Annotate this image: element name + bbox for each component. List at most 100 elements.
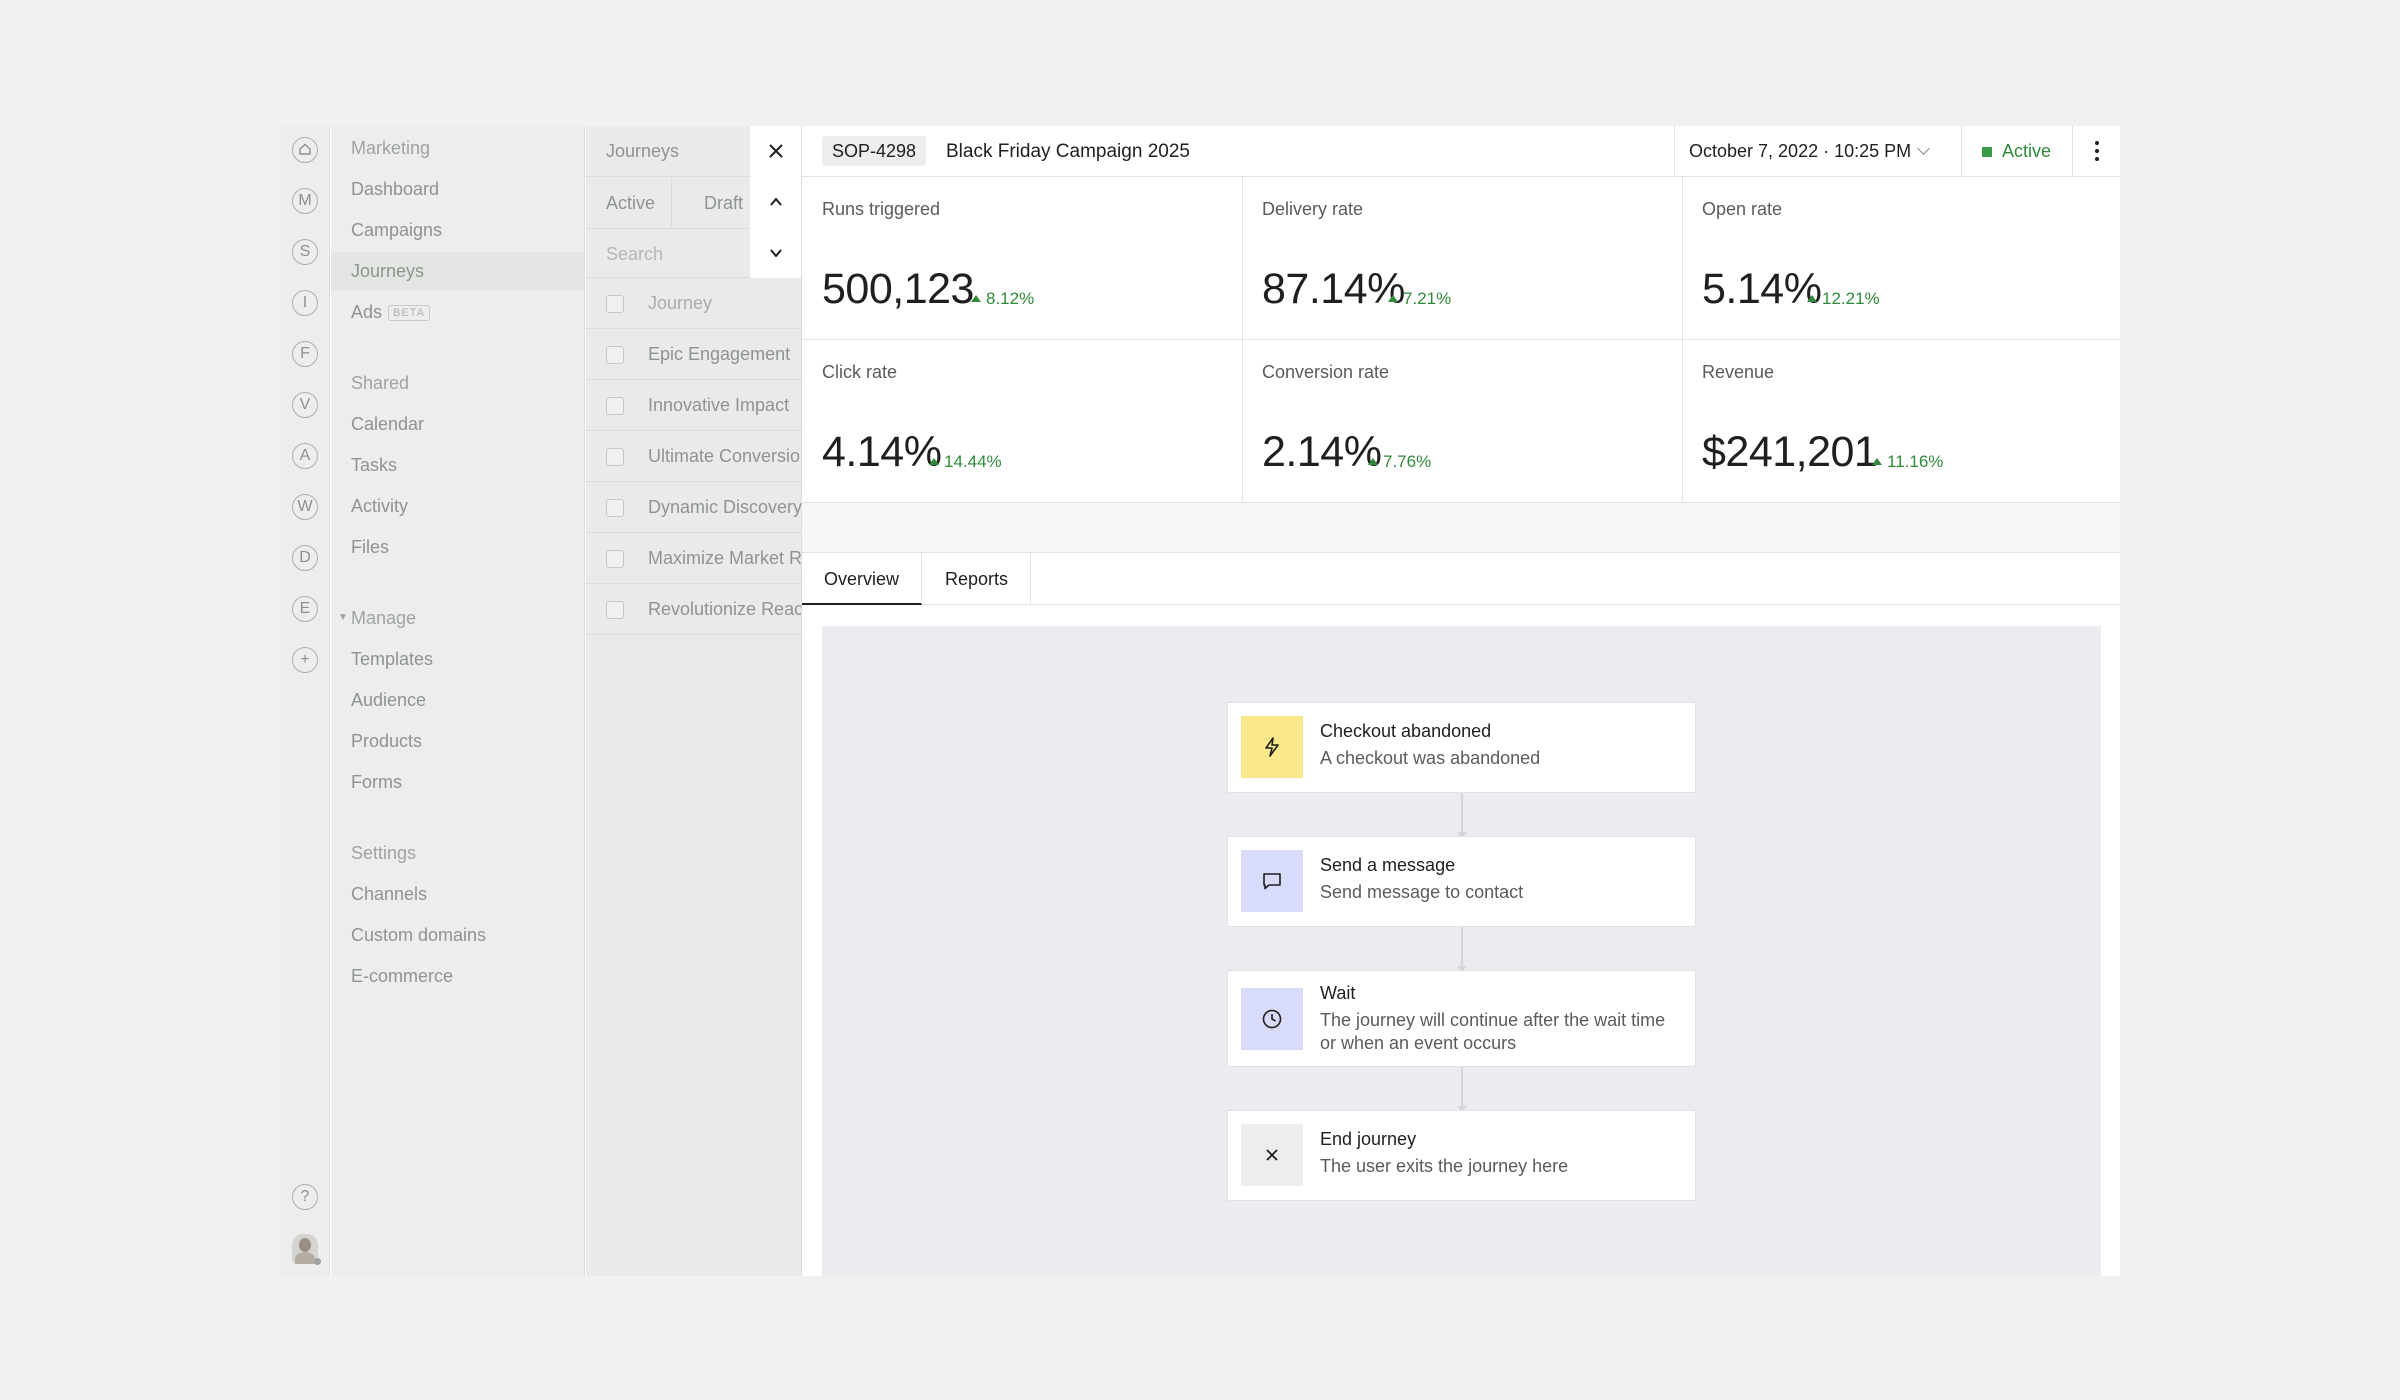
journey-name: Dynamic Discovery [648,497,803,517]
sidebar-item-calendar[interactable]: Calendar [331,405,584,443]
metric-value: 2.14% [1262,428,1382,476]
flow-node-end[interactable]: End journey The user exits the journey h… [1227,1110,1696,1201]
sidebar-item-tasks[interactable]: Tasks [331,446,584,484]
metric-value: 87.14% [1262,265,1405,313]
select-all-checkbox[interactable] [606,295,624,313]
metric-label: Revenue [1702,362,1775,382]
panel-header: SOP-4298 Black Friday Campaign 2025 Octo… [802,126,2120,177]
presence-indicator [314,1258,321,1265]
metric-value: 4.14% [822,428,942,476]
metric-value: 5.14% [1702,265,1822,313]
nav-section-manage[interactable]: ▼ Manage [331,599,584,637]
metric-click-rate: Click rate 4.14% 14.44% [802,340,1242,503]
date-dropdown[interactable]: October 7, 2022 · 10:25 PM [1674,126,1961,177]
metric-divider [1682,177,1683,503]
node-description: A checkout was abandoned [1320,748,1541,768]
workspace-a-icon[interactable]: A [292,443,318,469]
node-title: Wait [1320,983,1356,1003]
tab-active[interactable]: Active [590,177,673,229]
row-checkbox[interactable] [606,499,624,517]
workspace-i-icon[interactable]: I [292,290,318,316]
app-window: M S I F V A W D E + ? Marketing Dashboar… [280,126,2120,1276]
sidebar-item-activity[interactable]: Activity [331,487,584,525]
sidebar-item-products[interactable]: Products [331,722,584,760]
workspace-rail: M S I F V A W D E + ? [280,126,330,1276]
flow-connector [1457,793,1467,838]
panel-controls [750,126,802,278]
list-item[interactable]: Revolutionize Reach [586,584,806,635]
flow-node-send-message[interactable]: Send a message Send message to contact [1227,836,1696,927]
sidebar-item-dashboard[interactable]: Dashboard [331,170,584,208]
metric-delta: 14.44% [929,452,1002,472]
row-checkbox[interactable] [606,550,624,568]
status-label: Active [2002,141,2052,161]
close-panel-button[interactable] [750,126,802,176]
metric-delta: 8.12% [971,289,1034,309]
journey-name: Maximize Market Reach [648,548,806,568]
workspace-v-icon[interactable]: V [292,392,318,418]
list-item[interactable]: Innovative Impact [586,380,806,431]
metric-label: Conversion rate [1262,362,1390,382]
tab-reports[interactable]: Reports [923,553,1032,605]
metric-label: Click rate [822,362,898,382]
nav-section-marketing: Marketing [351,138,431,158]
list-item[interactable]: Dynamic Discovery [586,482,806,533]
workspace-s-icon[interactable]: S [292,239,318,265]
sidebar-item-ads[interactable]: Ads BETA [331,293,584,331]
help-icon[interactable]: ? [292,1184,318,1210]
row-checkbox[interactable] [606,448,624,466]
list-item[interactable]: Epic Engagement [586,329,806,380]
date-value: October 7, 2022 · 10:25 PM [1689,141,1912,161]
metric-delta: 7.76% [1368,452,1431,472]
sidebar-item-audience[interactable]: Audience [331,681,584,719]
node-title: End journey [1320,1129,1417,1149]
sidebar-item-templates[interactable]: Templates [331,640,584,678]
sidebar-item-ecommerce[interactable]: E-commerce [331,957,584,995]
sidebar-item-custom-domains[interactable]: Custom domains [331,916,584,954]
sidebar-nav: Marketing Dashboard Campaigns Journeys A… [331,126,585,1276]
flow-connector [1457,1067,1467,1112]
metric-divider [1242,177,1243,503]
status-badge[interactable]: Active [1961,126,2072,177]
nav-section-shared: Shared [351,373,410,393]
lightning-icon [1241,716,1303,778]
beta-badge: BETA [388,305,430,321]
tab-draft[interactable]: Draft [688,177,759,229]
node-description: The user exits the journey here [1320,1156,1569,1176]
journey-id-badge: SOP-4298 [822,136,927,166]
metric-label: Delivery rate [1262,199,1364,219]
journey-name: Innovative Impact [648,395,790,415]
flow-node-wait[interactable]: Wait The journey will continue after the… [1227,970,1696,1067]
previous-item-button[interactable] [750,177,802,227]
flow-node-trigger[interactable]: Checkout abandoned A checkout was abando… [1227,702,1696,793]
sidebar-item-forms[interactable]: Forms [331,763,584,801]
sidebar-item-label: Ads [351,302,383,322]
table-header-row: Journey [586,278,806,329]
workspace-e-icon[interactable]: E [292,596,318,622]
status-indicator [1982,147,1992,157]
workspace-d-icon[interactable]: D [292,545,318,571]
row-checkbox[interactable] [606,397,624,415]
workspace-w-icon[interactable]: W [292,494,318,520]
message-icon [1241,850,1303,912]
next-item-button[interactable] [750,228,802,278]
list-item[interactable]: Ultimate Conversion [586,431,806,482]
journey-name: Ultimate Conversion [648,446,806,466]
more-options-button[interactable] [2072,126,2120,177]
journey-flow-canvas[interactable]: Checkout abandoned A checkout was abando… [822,626,2101,1276]
list-item[interactable]: Maximize Market Reach [586,533,806,584]
sidebar-item-files[interactable]: Files [331,528,584,566]
sidebar-item-campaigns[interactable]: Campaigns [331,211,584,249]
add-workspace-icon[interactable]: + [292,647,318,673]
metric-revenue: Revenue $241,201 11.16% [1682,340,2120,503]
workspace-m-icon[interactable]: M [292,188,318,214]
row-checkbox[interactable] [606,346,624,364]
sidebar-item-journeys[interactable]: Journeys [331,252,584,290]
row-checkbox[interactable] [606,601,624,619]
tab-overview[interactable]: Overview [802,553,923,605]
workspace-f-icon[interactable]: F [292,341,318,367]
sidebar-item-channels[interactable]: Channels [331,875,584,913]
chevron-up-icon [770,197,782,206]
home-icon[interactable] [292,137,318,163]
journey-name: Epic Engagement [648,344,791,364]
